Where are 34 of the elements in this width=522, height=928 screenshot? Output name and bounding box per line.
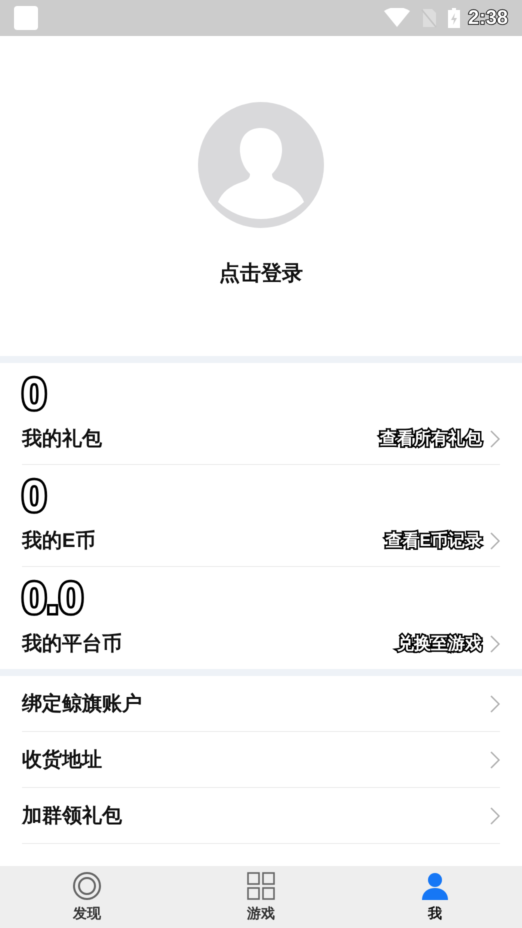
menu-item[interactable]: 加群领礼包	[22, 788, 500, 844]
stat-value: 0	[22, 373, 46, 417]
person-icon	[420, 870, 450, 900]
chevron-right-icon	[490, 532, 500, 550]
menu-item[interactable]: 收货地址	[22, 732, 500, 788]
menu-label: 收货地址	[22, 748, 102, 772]
stat-value: 0	[22, 475, 46, 519]
menu-label: 加群领礼包	[22, 804, 122, 828]
stat-label: 我的平台币	[22, 632, 122, 657]
wifi-icon	[384, 8, 410, 28]
chevron-right-icon	[490, 694, 500, 712]
chevron-right-icon	[490, 635, 500, 653]
stat-value: 0.0	[22, 577, 84, 621]
chevron-right-icon	[490, 430, 500, 448]
nav-tab[interactable]: 我	[348, 866, 522, 928]
menu-label: 绑定鲸旗账户	[22, 692, 142, 716]
stat-link[interactable]: 查看E币记录	[386, 528, 482, 554]
battery-charging-icon	[448, 8, 460, 28]
avatar-icon[interactable]	[198, 102, 324, 228]
grid-icon	[246, 870, 276, 900]
stat-link[interactable]: 兑换至游戏	[397, 631, 482, 657]
nav-tab[interactable]: 游戏	[174, 866, 348, 928]
no-sim-icon	[420, 8, 438, 28]
menu-item[interactable]: 绑定鲸旗账户	[22, 676, 500, 732]
target-icon	[72, 870, 102, 900]
stat-label: 我的礼包	[22, 426, 102, 452]
login-button[interactable]: 点击登录	[219, 258, 303, 290]
chevron-right-icon	[490, 806, 500, 824]
status-time: 2:38	[468, 6, 508, 31]
stat-label: 我的E币	[22, 529, 96, 554]
chevron-right-icon	[490, 750, 500, 768]
stat-link[interactable]: 查看所有礼包	[380, 426, 482, 452]
nav-tab[interactable]: 发现	[0, 866, 174, 928]
notification-icon	[14, 6, 38, 30]
